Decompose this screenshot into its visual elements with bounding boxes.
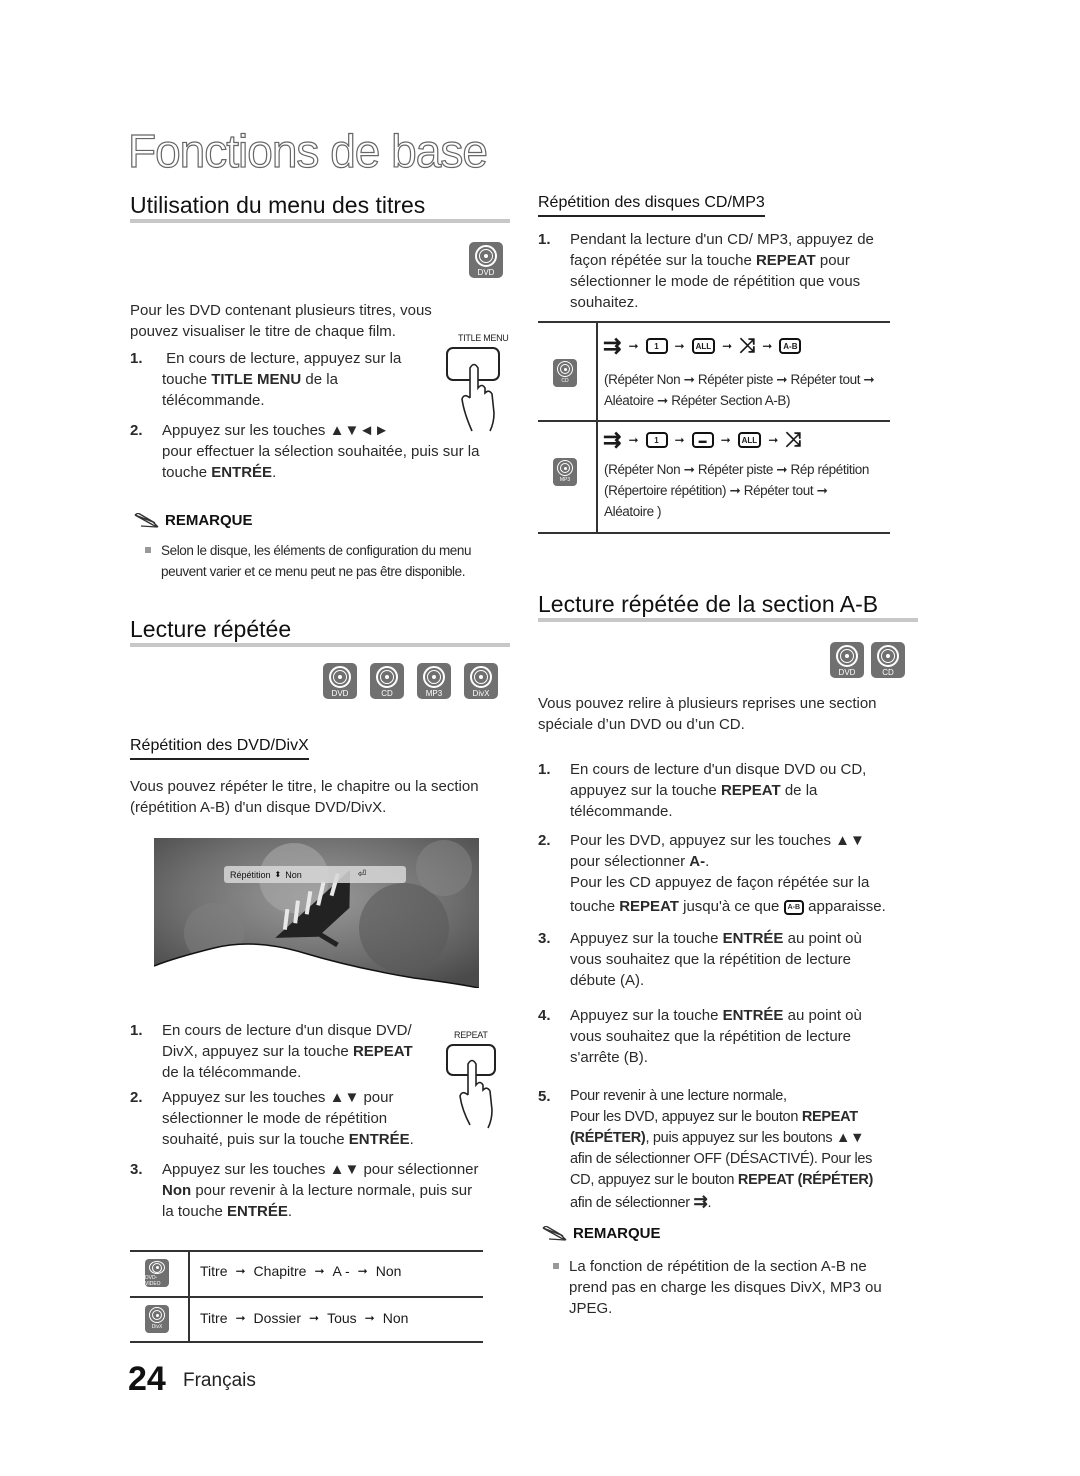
bullet-square [145,547,151,553]
ab-step-5: 5. Pour revenir à une lecture normale, P… [538,1088,874,1211]
section-heading-ab-repeat: Lecture répétée de la section A-B [538,591,879,617]
dvd-disc-badge: DVD [830,642,864,678]
remark-heading: REMARQUE [541,1225,661,1242]
page-number: 24 [128,1360,166,1398]
up-down-arrows-icon: ⬍ [274,870,282,879]
repeat-off-icon: ⇉ [603,333,622,358]
arrow-right-icon: ➞ [309,1311,320,1325]
shuffle-icon: ⤨ [785,428,802,451]
osd-repeat-value[interactable]: Non [285,870,302,880]
remark-note: Selon le disque, les éléments de configu… [145,540,515,582]
ab-step-4: 4. Appuyez sur la touche ENTRÉE au point… [538,1007,862,1066]
heading-rule [538,618,918,622]
page-language: Français [183,1370,256,1391]
cd-mp3-repeat-table: CD ⇉ ➞ 1 ➞ ALL ➞ ⤨ ➞ A-B (Répéter Non ➞ Répé… [538,321,890,534]
divx-disc-badge: DivX [145,1305,169,1333]
repeat-all-icon: ALL [737,432,762,448]
title-menu-step-2: 2. Appuyez sur les touches ▲▼◄► pour eff… [130,422,480,481]
ab-step-3: 3. Appuyez sur la touche ENTRÉE au point… [538,930,862,989]
arrow-right-icon: ➞ [235,1264,246,1278]
disc-badge-group: DVD CD [830,642,905,678]
dvd-disc-badge: DVD [469,242,503,278]
repeat-button-label: REPEAT [454,1030,488,1040]
dvd-repeat-sequence: Titre ➞ Chapitre ➞ A - ➞ Non [200,1263,402,1279]
bullet-square [553,1263,559,1269]
heading-rule [130,643,510,647]
title-menu-step-1: 1. En cours de lecture, appuyez sur la t… [130,350,402,409]
disc-icon [475,245,497,267]
tv-screen-illustration: Répétition ⬍ Non ⏎ [153,838,480,989]
repeat-ab-icon: A-B [783,899,805,915]
repeat-off-icon: ⇉ [603,427,622,452]
dvd-disc-badge: DVD [323,663,357,699]
cd-repeat-step-1: 1. Pendant la lecture d'un CD/ MP3, appu… [538,231,874,311]
dvd-divx-repeat-table: DVD-VIDEO Titre ➞ Chapitre ➞ A - ➞ Non DivX… [130,1250,483,1343]
divx-repeat-sequence: Titre ➞ Dossier ➞ Tous ➞ Non [200,1310,409,1326]
title-menu-intro: Pour les DVD contenant plusieurs titres,… [130,302,432,340]
mp3-repeat-mode-icons: ⇉ ➞ 1 ➞ ▬ ➞ ALL ➞ ⤨ [603,427,802,452]
disc-badge-group: DVD CD MP3 DivX [323,663,498,699]
cd-repeat-mode-icons: ⇉ ➞ 1 ➞ ALL ➞ ⤨ ➞ A-B [603,333,802,359]
pencil-note-icon [542,1225,567,1241]
repeat-step-1: 1. En cours de lecture d'un disque DVD/ … [130,1022,413,1081]
mp3-disc-badge: MP3 [553,458,577,486]
repeat-all-icon: ALL [691,338,716,354]
repeat-track-icon: 1 [645,432,668,448]
osd-repeat-label: Répétition [230,869,271,880]
shuffle-icon: ⤨ [739,334,756,357]
ab-step-2: 2. Pour les DVD, appuyez sur les touches… [538,832,886,915]
cd-disc-badge: CD [871,642,905,678]
repeat-step-2: 2. Appuyez sur les touches ▲▼ pour sélec… [130,1089,414,1148]
ab-intro: Vous pouvez relire à plusieurs reprises … [538,695,877,733]
arrow-right-icon: ➞ [364,1311,375,1325]
enter-icon: ⏎ [357,869,367,880]
cd-disc-badge: CD [553,359,577,387]
repeat-step-3: 3. Appuyez sur les touches ▲▼ pour sélec… [130,1161,479,1220]
section-heading-repeat: Lecture répétée [130,616,292,642]
title-menu-remote-illustration: TITLE MENU [446,333,510,433]
dvd-divx-intro: Vous pouvez répéter le titre, le chapitr… [130,778,479,816]
page-title: Fonctions de base [127,124,488,177]
title-menu-button-label: TITLE MENU [458,333,509,343]
heading-rule [130,219,510,223]
arrow-right-icon: ➞ [314,1264,325,1278]
cd-repeat-mode-description: (Répéter Non ➞ Répéter piste ➞ Répéter t… [604,372,875,408]
arrow-right-icon: ➞ [357,1264,368,1278]
section-heading-title-menu: Utilisation du menu des titres [130,192,426,218]
divx-disc-badge: DivX [464,663,498,699]
subheading-dvd-divx: Répétition des DVD/DivX [130,737,309,760]
repeat-off-icon: ⇉ [693,1192,708,1211]
repeat-track-icon: 1 [645,338,668,354]
remark-heading: REMARQUE [133,512,253,529]
remark-note: La fonction de répétition de la section … [553,1256,923,1319]
arrow-right-icon: ➞ [235,1311,246,1325]
mp3-repeat-mode-description: (Répéter Non ➞ Répéter piste ➞ Rép répét… [604,462,870,519]
repeat-osd-bar: Répétition ⬍ Non ⏎ [224,866,406,883]
butterfly-background-image [153,838,480,989]
repeat-folder-icon: ▬ [691,432,714,448]
subheading-cd-mp3: Répétition des disques CD/MP3 [538,194,765,217]
dvd-video-disc-badge: DVD-VIDEO [145,1259,169,1287]
repeat-ab-icon: A-B [779,338,802,354]
cd-disc-badge: CD [370,663,404,699]
ab-step-1: 1. En cours de lecture d'un disque DVD o… [538,761,867,820]
mp3-disc-badge: MP3 [417,663,451,699]
pencil-note-icon [134,512,159,528]
